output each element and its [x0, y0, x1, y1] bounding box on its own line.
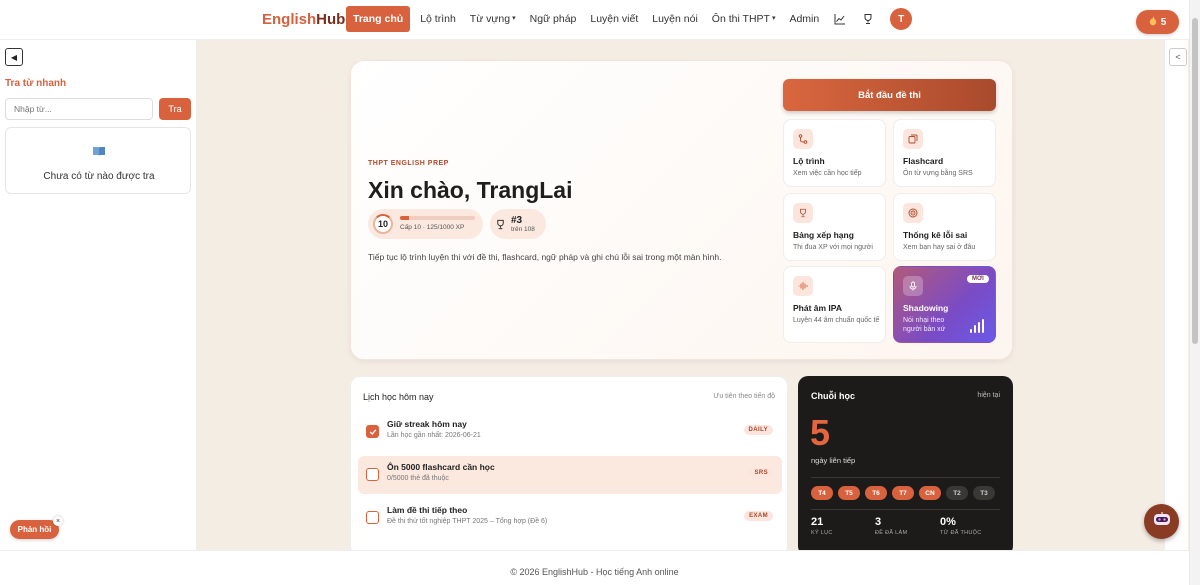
xp-progress-fill — [400, 216, 410, 220]
scrollbar-thumb[interactable] — [1192, 18, 1198, 344]
cards-icon — [903, 129, 923, 149]
nav-roadmap[interactable]: Lộ trình — [413, 6, 463, 32]
nav-vocabulary[interactable]: Từ vựng ▾ — [463, 6, 523, 32]
stats-chart-icon[interactable] — [826, 13, 854, 25]
day-chip: T7 — [892, 486, 914, 500]
xp-progress-bar — [400, 216, 475, 220]
tile-error-stats[interactable]: Thống kê lỗi sai Xem bạn hay sai ở đâu — [893, 193, 996, 261]
new-badge: MỚI — [967, 275, 989, 283]
target-icon — [903, 203, 923, 223]
tile-roadmap[interactable]: Lộ trình Xem việc cần học tiếp — [783, 119, 886, 187]
quick-lookup-panel: ◀ Tra từ nhanh Tra Chưa có từ nào được t… — [0, 40, 197, 550]
hero-eyebrow: THPT ENGLISH PREP — [368, 160, 449, 167]
brand-logo[interactable]: EnglishHub — [262, 11, 345, 28]
stat-record: 21 KỶ LỤC — [811, 516, 833, 536]
tile-leaderboard[interactable]: Bảng xếp hạng Thi đua XP với mọi người — [783, 193, 886, 261]
today-schedule-card: Lịch học hôm nay Ưu tiên theo tiến độ Gi… — [350, 376, 788, 556]
day-chip: T6 — [865, 486, 887, 500]
main-nav: Trang chủ Lộ trình Từ vựng ▾ Ngữ pháp Luy… — [346, 6, 913, 32]
tile-flashcard[interactable]: Flashcard Ôn từ vựng bằng SRS — [893, 119, 996, 187]
streak-card: Chuỗi học hiện tại 5 ngày liên tiếp T4 T… — [798, 376, 1013, 556]
footer-text: © 2026 EnglishHub - Học tiếng Anh online — [510, 567, 679, 577]
task-checkbox[interactable] — [366, 511, 379, 524]
task-row[interactable]: Ôn 5000 flashcard cần học 0/5000 thẻ đã … — [358, 456, 782, 494]
task-tag: EXAM — [744, 511, 773, 521]
start-exam-button[interactable]: Bắt đầu đề thi — [783, 79, 996, 111]
top-navbar: EnglishHub Trang chủ Lộ trình Từ vựng ▾ N… — [0, 0, 1200, 40]
right-sidebar-strip: < — [1164, 40, 1188, 550]
chevron-down-icon: ▾ — [771, 15, 776, 22]
level-progress-pill: 10 Cấp 10 · 125/1000 XP — [368, 209, 483, 239]
stat-exams-done: 3 ĐỀ ĐÃ LÀM — [875, 516, 908, 536]
task-checkbox[interactable] — [366, 425, 379, 438]
task-row[interactable]: Giữ streak hôm nay Lần học gần nhất: 202… — [358, 413, 782, 451]
streak-hint: hiện tại — [977, 392, 1000, 399]
microphone-icon — [903, 276, 923, 296]
trophy-icon[interactable] — [854, 13, 882, 25]
trophy-icon — [495, 217, 506, 235]
quick-lookup-title: Tra từ nhanh — [5, 78, 67, 89]
streak-counter-button[interactable]: 5 — [1136, 10, 1179, 34]
nav-speaking[interactable]: Luyện nói — [645, 6, 705, 32]
expand-right-panel-button[interactable]: < — [1169, 48, 1187, 66]
lookup-empty-state: Chưa có từ nào được tra — [5, 127, 191, 194]
task-checkbox[interactable] — [366, 468, 379, 481]
robot-icon — [1152, 511, 1172, 532]
lookup-button[interactable]: Tra — [159, 98, 191, 120]
schedule-title: Lịch học hôm nay — [363, 392, 434, 402]
waveform-icon — [793, 276, 813, 296]
streak-sub: ngày liên tiếp — [811, 456, 856, 465]
streak-title: Chuỗi học — [811, 391, 855, 401]
nav-thpt-exam[interactable]: Ôn thi THPT ▾ — [705, 6, 783, 32]
rank-value: #3 — [511, 215, 523, 226]
nav-home[interactable]: Trang chủ — [346, 6, 411, 32]
level-text: Cấp 10 · 125/1000 XP — [400, 224, 465, 231]
task-tag: DAILY — [743, 425, 773, 435]
close-icon[interactable]: × — [53, 516, 63, 526]
level-badge: 10 — [373, 214, 393, 234]
chatbot-button[interactable] — [1144, 504, 1179, 539]
feedback-button[interactable]: Phản hồi — [10, 520, 59, 539]
trophy-icon — [793, 203, 813, 223]
book-icon — [92, 144, 106, 162]
user-avatar[interactable]: T — [890, 8, 913, 30]
nav-admin[interactable]: Admin — [782, 6, 826, 32]
divider — [811, 509, 1000, 510]
day-chip: T4 — [811, 486, 833, 500]
task-row[interactable]: Làm đề thi tiếp theo Đề thi thử tốt nghi… — [358, 499, 782, 537]
tile-ipa-pronunciation[interactable]: Phát âm IPA Luyện 44 âm chuẩn quốc tế — [783, 266, 886, 343]
route-icon — [793, 129, 813, 149]
rank-pill[interactable]: #3 trên 108 — [490, 209, 546, 239]
hero-card: THPT ENGLISH PREP Xin chào, TrangLai 10 … — [350, 60, 1013, 360]
footer: © 2026 EnglishHub - Học tiếng Anh online — [0, 550, 1189, 585]
page-scrollbar[interactable] — [1189, 0, 1200, 585]
day-chip: CN — [919, 486, 941, 500]
bars-chart-icon — [970, 319, 984, 333]
greeting-title: Xin chào, TrangLai — [368, 177, 573, 203]
fire-icon — [1149, 15, 1157, 29]
divider — [811, 477, 1000, 478]
schedule-hint: Ưu tiên theo tiến độ — [713, 393, 775, 400]
nav-grammar[interactable]: Ngữ pháp — [523, 6, 584, 32]
chevron-down-icon: ▾ — [512, 15, 516, 22]
weekday-row: T4 T5 T6 T7 CN T2 T3 — [811, 486, 995, 500]
day-chip: T5 — [838, 486, 860, 500]
streak-count: 5 — [810, 412, 831, 453]
stat-words-learned: 0% TỪ ĐÃ THUỘC — [940, 516, 982, 536]
task-tag: SRS — [749, 468, 773, 478]
collapse-panel-button[interactable]: ◀ — [5, 48, 23, 66]
rank-total: trên 108 — [511, 226, 535, 233]
hero-description: Tiếp tục lộ trình luyện thi với đề thi, … — [368, 252, 722, 262]
day-chip: T3 — [973, 486, 995, 500]
lookup-input[interactable] — [5, 98, 153, 120]
nav-writing[interactable]: Luyện viết — [583, 6, 645, 32]
day-chip: T2 — [946, 486, 968, 500]
tile-shadowing[interactable]: MỚI Shadowing Nói nhại theo người bản xứ — [893, 266, 996, 343]
